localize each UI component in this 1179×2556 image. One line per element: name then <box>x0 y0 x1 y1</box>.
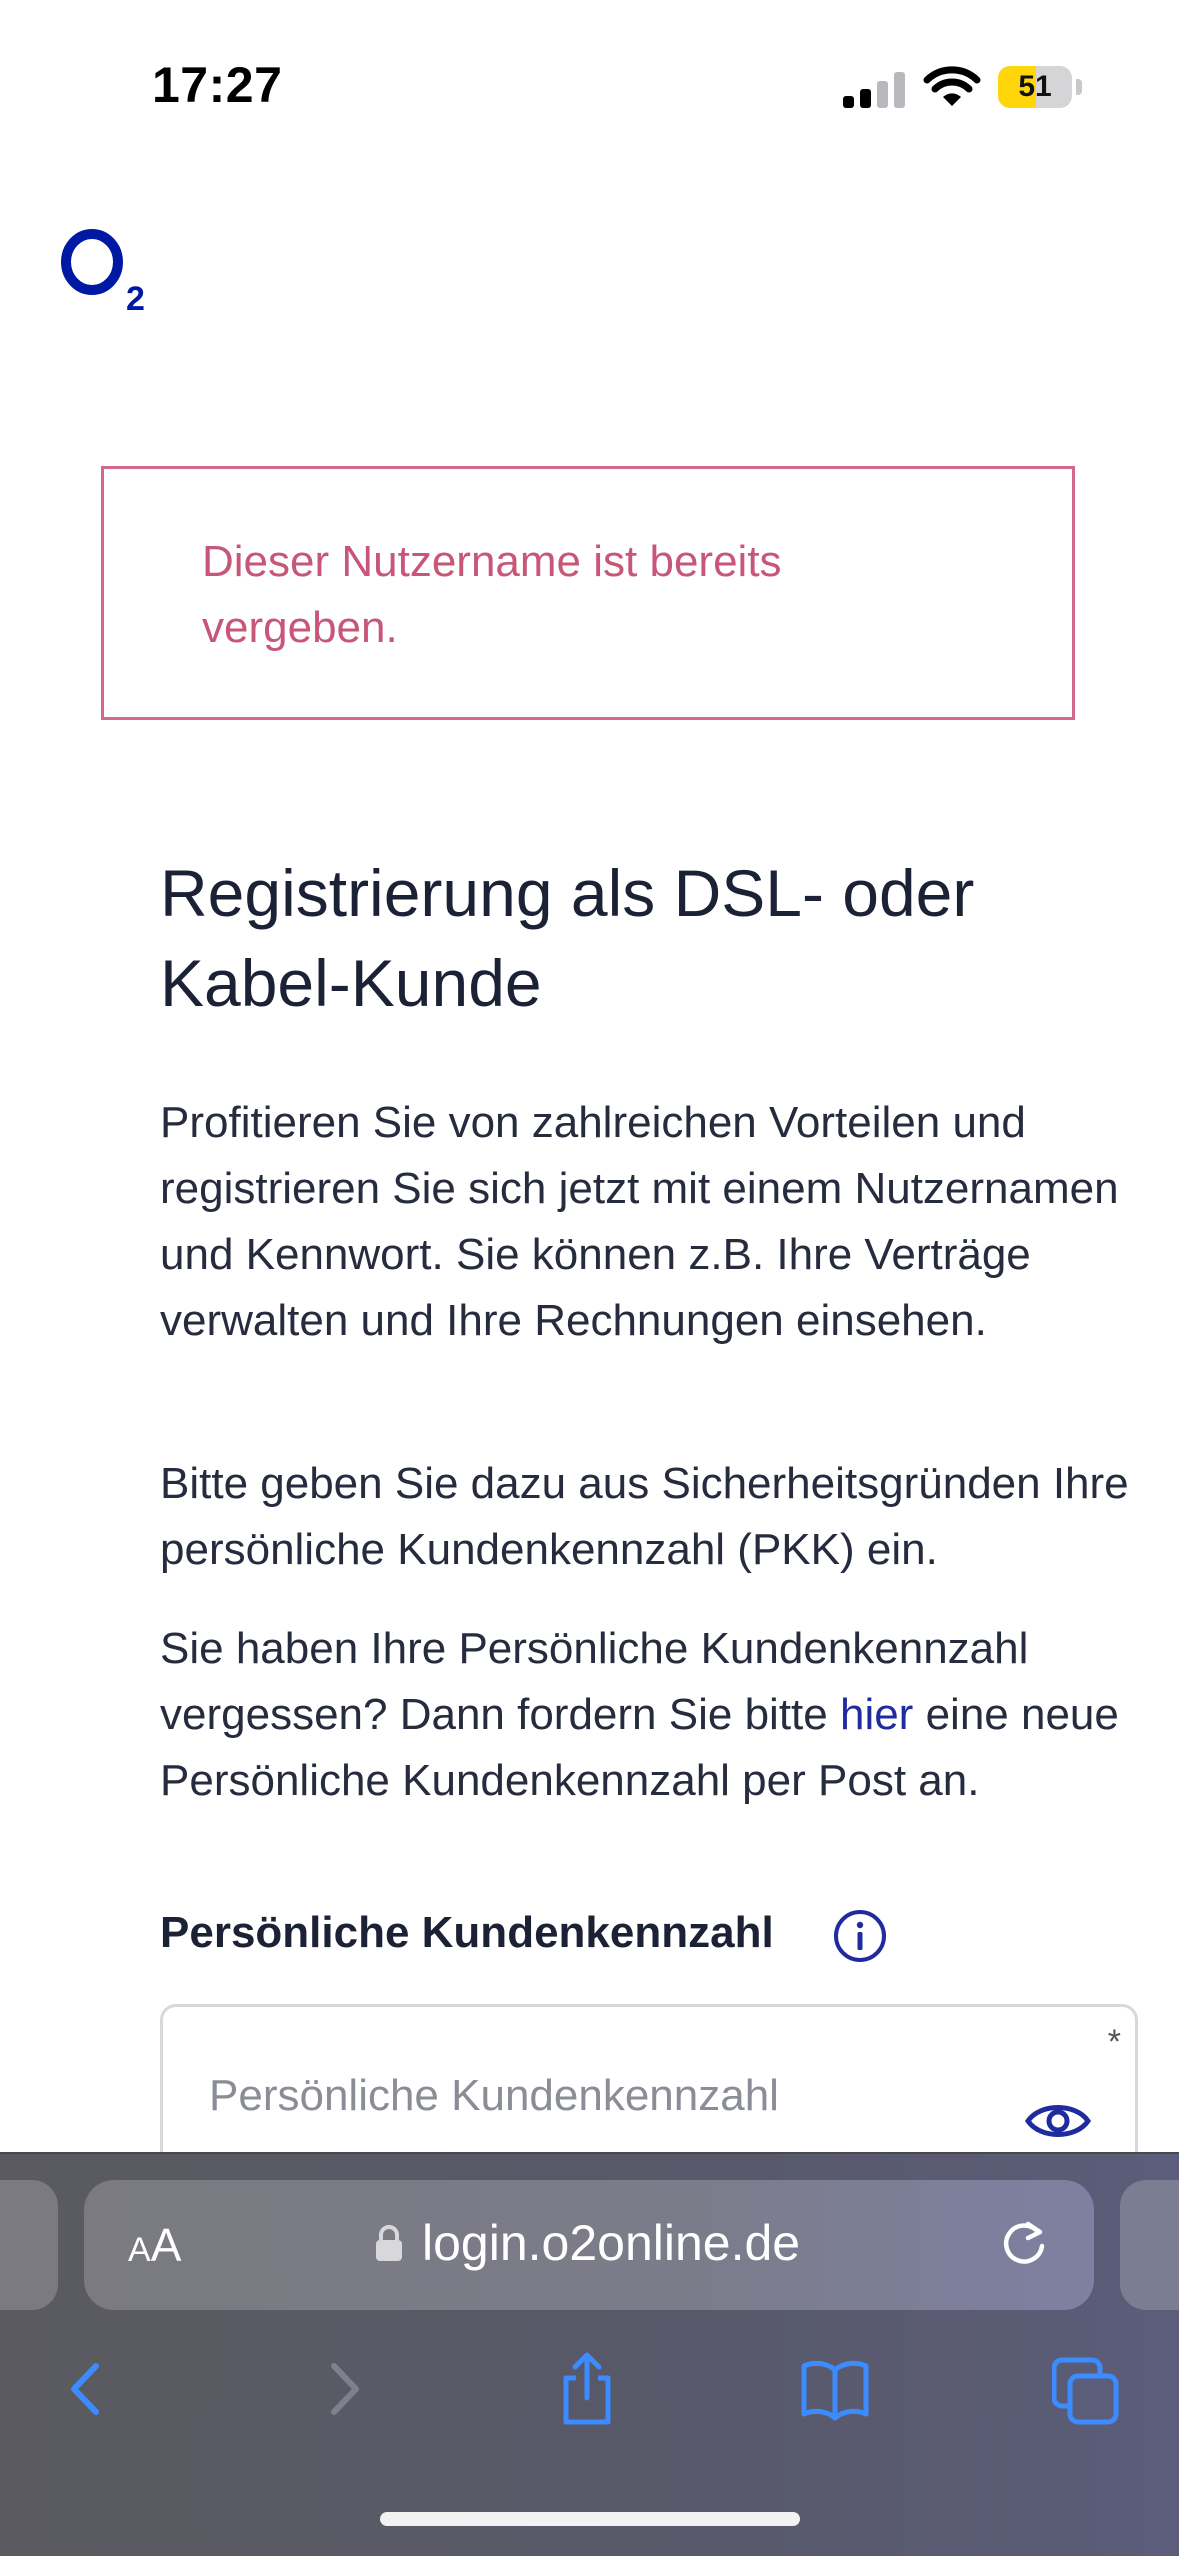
error-alert: Dieser Nutzername ist bereits vergeben. <box>101 466 1075 720</box>
eye-icon[interactable] <box>1025 2099 1091 2143</box>
bookmarks-icon[interactable] <box>800 2352 870 2426</box>
back-icon[interactable] <box>52 2352 122 2426</box>
pkk-input[interactable] <box>209 2061 1009 2131</box>
forward-icon[interactable] <box>308 2352 378 2426</box>
reload-icon[interactable] <box>998 2218 1050 2270</box>
forgot-pkk-paragraph: Sie haben Ihre Persönliche Kundenkennzah… <box>160 1616 1150 1814</box>
svg-text:2: 2 <box>126 280 145 316</box>
pkk-field-label: Persönliche Kundenkennzahl <box>160 1908 774 1957</box>
info-icon[interactable] <box>832 1908 888 1964</box>
tabs-icon[interactable] <box>1052 2352 1122 2426</box>
toolbar-divider <box>0 2152 1179 2154</box>
required-marker: * <box>1107 2023 1121 2061</box>
page-title: Registrierung als DSL- oder Kabel-Kunde <box>160 856 975 1020</box>
pkk-instruction-paragraph: Bitte geben Sie dazu aus Sicherheitsgrün… <box>160 1459 1129 1574</box>
o2-logo[interactable]: 2 <box>58 224 158 316</box>
request-pkk-link[interactable]: hier <box>840 1690 913 1739</box>
url-text[interactable]: login.o2online.de <box>422 2214 800 2272</box>
error-message: Dieser Nutzername ist bereits vergeben. <box>202 537 782 652</box>
home-indicator[interactable] <box>380 2512 800 2526</box>
intro-paragraph: Profitieren Sie von zahlreichen Vorteile… <box>160 1098 1119 1345</box>
share-icon[interactable] <box>552 2352 622 2426</box>
address-bar[interactable]: AA login.o2online.de <box>84 2180 1094 2310</box>
next-tab-preview[interactable] <box>1120 2180 1179 2310</box>
previous-tab-preview[interactable] <box>0 2180 58 2310</box>
signal-icon <box>843 72 905 108</box>
status-time: 17:27 <box>152 57 283 113</box>
wifi-icon <box>923 66 981 106</box>
aa-small-letter: A <box>128 2231 151 2269</box>
reader-settings-button[interactable]: AA <box>128 2218 181 2272</box>
battery-icon: 51 <box>998 66 1082 108</box>
aa-large-letter: A <box>150 2219 182 2271</box>
lock-icon <box>376 2225 402 2261</box>
battery-level: 51 <box>1018 70 1052 103</box>
